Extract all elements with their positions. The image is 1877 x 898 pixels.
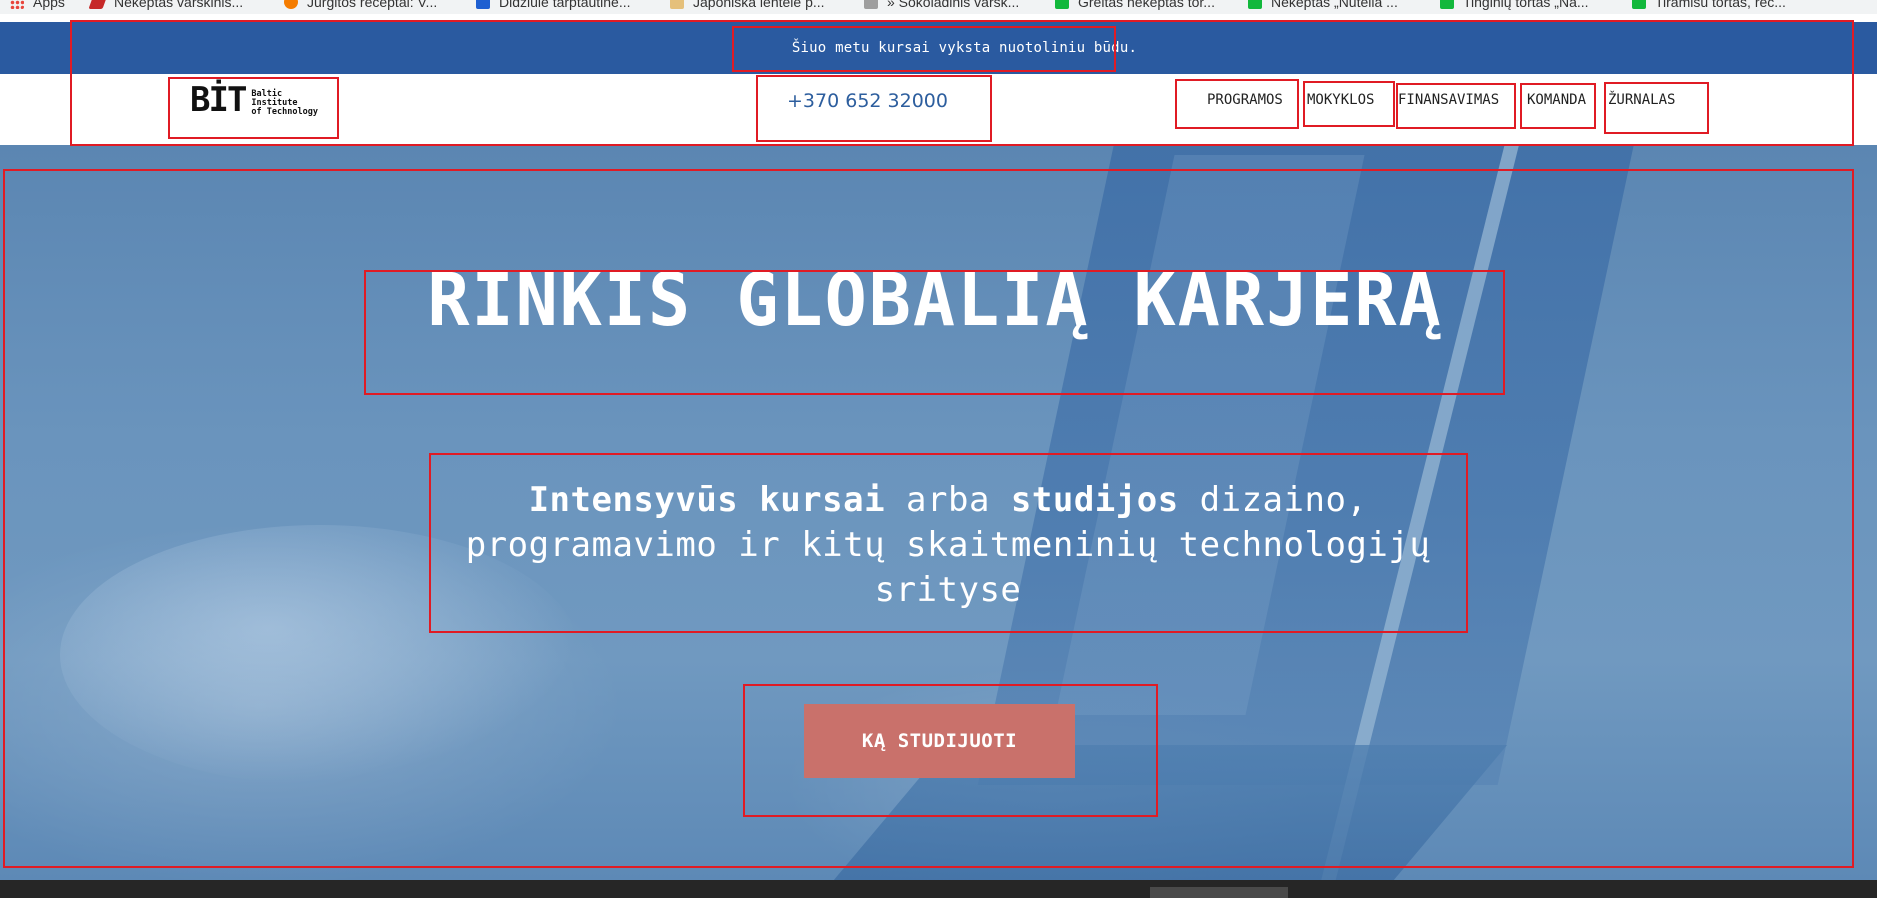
bookmark-site-icon [88,0,108,9]
bookmark-15min-icon [1632,0,1646,9]
cookie-accept-button[interactable] [1150,887,1288,898]
nav-mokyklos[interactable]: MOKYKLOS [1307,92,1374,108]
bookmark-item[interactable]: Nekeptas varškinis... [88,0,243,10]
site-logo[interactable]: BİT Baltic Institute of Technology [190,80,318,120]
bookmark-item[interactable]: » Šokoladinis varšk... [864,0,1019,10]
bookmark-15min-icon [1248,0,1262,9]
nav-komanda[interactable]: KOMANDA [1527,92,1586,108]
bookmark-apps[interactable]: Apps [10,0,65,10]
nav-programos[interactable]: PROGRAMOS [1207,92,1283,108]
bookmark-item[interactable]: Didžiulė tarptautinė... [476,0,631,10]
bookmark-item[interactable]: Nekeptas „Nutella ... [1248,0,1398,10]
logo-subtitle: Baltic Institute of Technology [251,89,318,117]
bookmark-15min-icon [1055,0,1069,9]
nav-finansavimas[interactable]: FINANSAVIMAS [1398,92,1499,108]
hero-subtitle: Intensyvūs kursai arba studijos dizaino,… [465,480,1431,610]
bookmark-item[interactable]: Greitas nekeptas tor... [1055,0,1215,10]
phone-link[interactable]: +370 652 32000 [787,90,948,112]
bookmark-item[interactable]: Tinginių tortas „Na... [1440,0,1589,10]
cta-button[interactable]: KĄ STUDIJUOTI [804,704,1075,778]
site-header: BİT Baltic Institute of Technology +370 … [0,74,1877,146]
bookmarks-bar: Apps Nekeptas varškinis... Jurgitos rece… [0,0,1877,14]
hero-title: RINKIS GLOBALIĄ KARJERĄ [427,257,1443,343]
nav-zurnalas[interactable]: ŽURNALAS [1608,92,1675,108]
bookmark-15min-icon [1440,0,1454,9]
bookmark-site-icon [864,0,878,9]
announcement-text: Šiuo metu kursai vyksta nuotoliniu būdu. [791,40,1138,56]
cookie-bar [0,880,1877,898]
bookmark-item[interactable]: Japoniška lentelė p... [670,0,825,10]
bookmark-item[interactable]: Tiramisu tortas, rec... [1632,0,1786,10]
announcement-bar: Šiuo metu kursai vyksta nuotoliniu būdu. [0,22,1877,74]
bookmark-site-icon [670,0,684,9]
blogger-icon [284,0,298,9]
bookmark-site-icon [476,0,490,9]
bookmark-item[interactable]: Jurgitos receptai: V... [284,0,437,10]
logo-mark: BİT [190,80,247,120]
apps-grid-icon [10,0,24,9]
